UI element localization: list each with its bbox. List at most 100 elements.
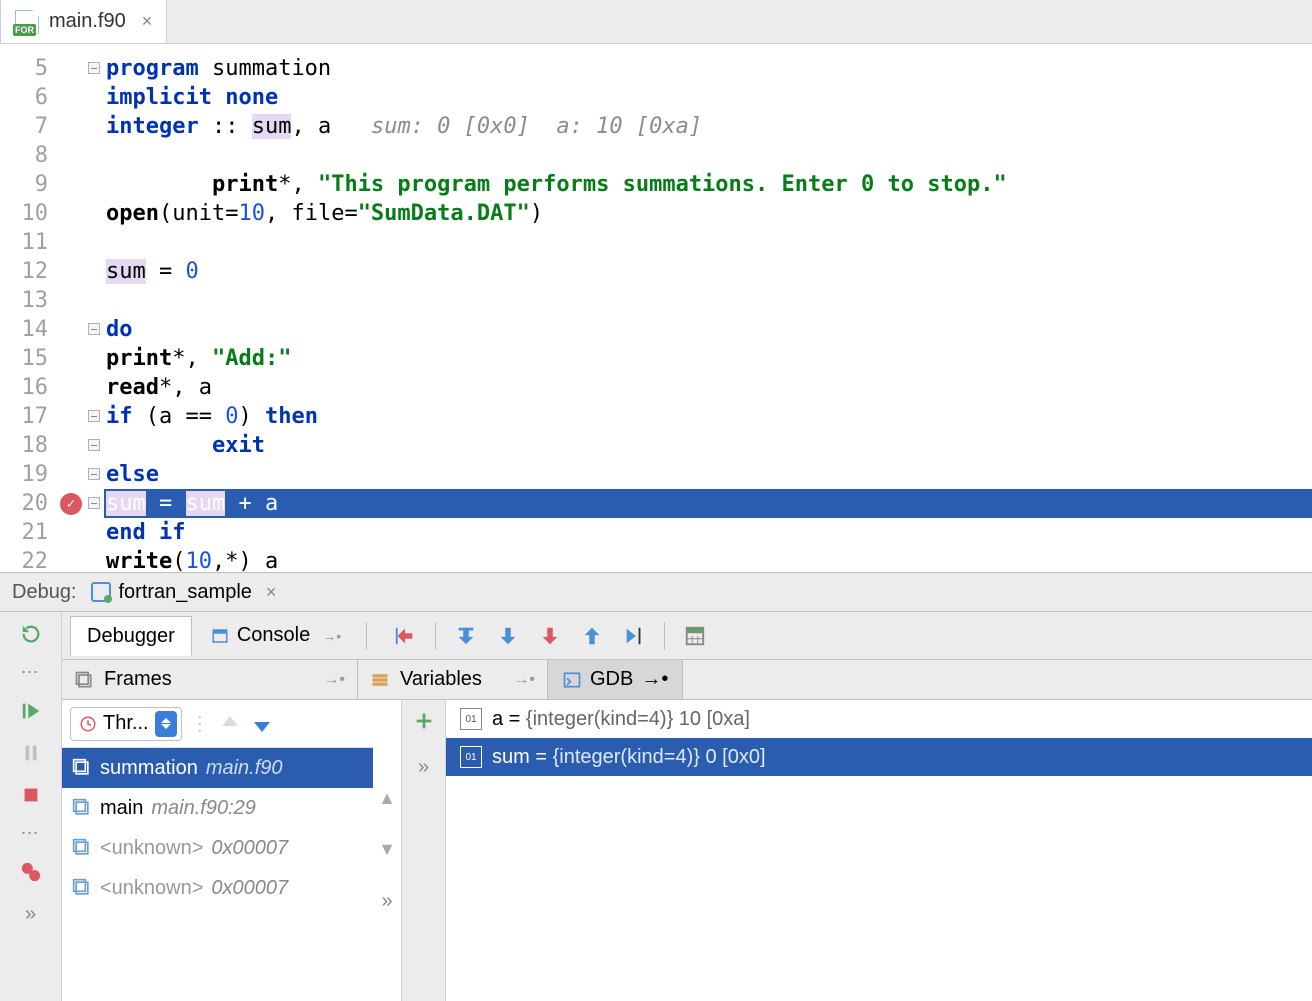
code-line[interactable] — [104, 286, 1312, 315]
force-step-into-button[interactable] — [532, 618, 568, 654]
more-frames-button[interactable]: » — [381, 890, 392, 913]
gutter-cell[interactable] — [56, 373, 104, 402]
step-into-button[interactable] — [490, 618, 526, 654]
frame-item[interactable]: main main.f90:29 — [62, 788, 373, 828]
code-line[interactable]: print*, "Add:" — [104, 344, 1312, 373]
separator — [664, 622, 665, 650]
pin-icon[interactable]: →• — [322, 628, 341, 644]
tab-console[interactable]: Console →• — [194, 616, 358, 656]
frames-scroll[interactable]: ▲ ▼ » — [373, 700, 401, 1001]
code-line[interactable]: write(10,*) a — [104, 547, 1312, 576]
pin-variables-icon[interactable]: →• — [513, 671, 535, 689]
new-watch-button[interactable] — [413, 710, 435, 738]
gutter-cell[interactable] — [56, 431, 104, 460]
view-breakpoints-button[interactable] — [17, 858, 45, 886]
tab-console-label: Console — [237, 624, 310, 647]
gutter-cell[interactable] — [56, 228, 104, 257]
variable-text: a = {integer(kind=4)} 10 [0xa] — [492, 708, 750, 731]
code-line[interactable]: sum = 0 — [104, 257, 1312, 286]
gutter-cell[interactable] — [56, 518, 104, 547]
gutter-cell[interactable] — [56, 199, 104, 228]
gdb-header[interactable]: GDB →• — [548, 660, 683, 699]
frame-name: main — [100, 797, 143, 820]
code-editor[interactable]: 5678910111213141516171819202122 program … — [0, 44, 1312, 572]
gutter-cell[interactable] — [56, 315, 104, 344]
step-out-button[interactable] — [574, 618, 610, 654]
close-run-config-icon[interactable]: × — [266, 582, 277, 603]
gutter-cell[interactable] — [56, 83, 104, 112]
gutter-cell[interactable] — [56, 112, 104, 141]
run-configuration[interactable]: fortran_sample × — [91, 581, 277, 604]
fold-toggle-icon[interactable] — [88, 62, 100, 74]
variables-list[interactable]: 01a = {integer(kind=4)} 10 [0xa]01sum = … — [446, 700, 1312, 1001]
frame-item[interactable]: <unknown> 0x00007 — [62, 868, 373, 908]
run-to-cursor-button[interactable] — [616, 618, 652, 654]
frame-item[interactable]: summation main.f90 — [62, 748, 373, 788]
line-number-gutter: 5678910111213141516171819202122 — [0, 44, 56, 572]
more-vars-button[interactable]: » — [418, 756, 429, 779]
rerun-button[interactable] — [17, 620, 45, 648]
pin-gdb-icon[interactable]: →• — [641, 668, 668, 691]
frame-list[interactable]: summation main.f90main main.f90:29<unkno… — [62, 748, 373, 1001]
debug-panels-body: Thr... ⋮ summation main.f90main main.f90… — [62, 700, 1312, 1001]
variables-header[interactable]: Variables →• — [358, 660, 548, 699]
gutter-cell[interactable] — [56, 54, 104, 83]
frame-item[interactable]: <unknown> 0x00007 — [62, 828, 373, 868]
scroll-down-icon[interactable]: ▼ — [378, 839, 396, 860]
show-execution-point-button[interactable] — [387, 618, 423, 654]
breakpoint-icon[interactable] — [60, 493, 82, 515]
code-line[interactable]: end if — [104, 518, 1312, 547]
close-tab-icon[interactable]: × — [142, 11, 153, 32]
resume-button[interactable] — [17, 697, 45, 725]
line-number: 12 — [0, 257, 48, 286]
rail-divider: ⋯ — [21, 662, 41, 683]
evaluate-expression-button[interactable] — [677, 618, 713, 654]
thread-dropdown[interactable]: Thr... — [70, 707, 182, 741]
console-icon — [211, 627, 229, 645]
frames-header[interactable]: Frames →• — [62, 660, 358, 699]
gutter-cell[interactable] — [56, 344, 104, 373]
tab-debugger[interactable]: Debugger — [70, 616, 192, 656]
code-line[interactable]: integer :: sum, a sum: 0 [0x0] a: 10 [0x… — [104, 112, 1312, 141]
code-line[interactable]: implicit none — [104, 83, 1312, 112]
gutter-cell[interactable] — [56, 547, 104, 576]
gutter-cell[interactable] — [56, 141, 104, 170]
fold-toggle-icon[interactable] — [88, 468, 100, 480]
code-line[interactable]: else — [104, 460, 1312, 489]
fold-toggle-icon[interactable] — [88, 323, 100, 335]
gutter-cell[interactable] — [56, 402, 104, 431]
code-line[interactable] — [104, 141, 1312, 170]
fold-toggle-icon[interactable] — [88, 410, 100, 422]
gutter-cell[interactable] — [56, 170, 104, 199]
pause-button[interactable] — [17, 739, 45, 767]
code-line[interactable] — [104, 228, 1312, 257]
code-line[interactable]: read*, a — [104, 373, 1312, 402]
gutter-cell[interactable] — [56, 286, 104, 315]
variable-row[interactable]: 01sum = {integer(kind=4)} 0 [0x0] — [446, 738, 1312, 776]
gutter-cell[interactable] — [56, 460, 104, 489]
code-area[interactable]: program summationimplicit noneinteger ::… — [104, 44, 1312, 572]
stop-button[interactable] — [17, 781, 45, 809]
fold-toggle-icon[interactable] — [88, 497, 100, 509]
fold-toggle-icon[interactable] — [88, 439, 100, 451]
code-line[interactable]: sum = sum + a — [104, 489, 1312, 518]
pin-frames-icon[interactable]: →• — [323, 671, 345, 689]
more-rail-button[interactable]: » — [17, 900, 45, 928]
gutter-cell[interactable] — [56, 489, 104, 518]
code-line[interactable]: print*, "This program performs summation… — [104, 170, 1312, 199]
variable-row[interactable]: 01a = {integer(kind=4)} 10 [0xa] — [446, 700, 1312, 738]
scroll-up-icon[interactable]: ▲ — [378, 788, 396, 809]
step-over-button[interactable] — [448, 618, 484, 654]
code-line[interactable]: do — [104, 315, 1312, 344]
gutter-cell[interactable] — [56, 257, 104, 286]
code-line[interactable]: open(unit=10, file="SumData.DAT") — [104, 199, 1312, 228]
next-frame-button[interactable] — [250, 712, 274, 736]
line-number: 14 — [0, 315, 48, 344]
code-line[interactable]: program summation — [104, 54, 1312, 83]
prev-frame-button[interactable] — [218, 712, 242, 736]
frame-location: main.f90 — [206, 757, 283, 780]
file-tab-main[interactable]: main.f90 × — [0, 0, 167, 43]
code-line[interactable]: exit — [104, 431, 1312, 460]
code-line[interactable]: if (a == 0) then — [104, 402, 1312, 431]
fold-breakpoint-gutter[interactable] — [56, 44, 104, 572]
